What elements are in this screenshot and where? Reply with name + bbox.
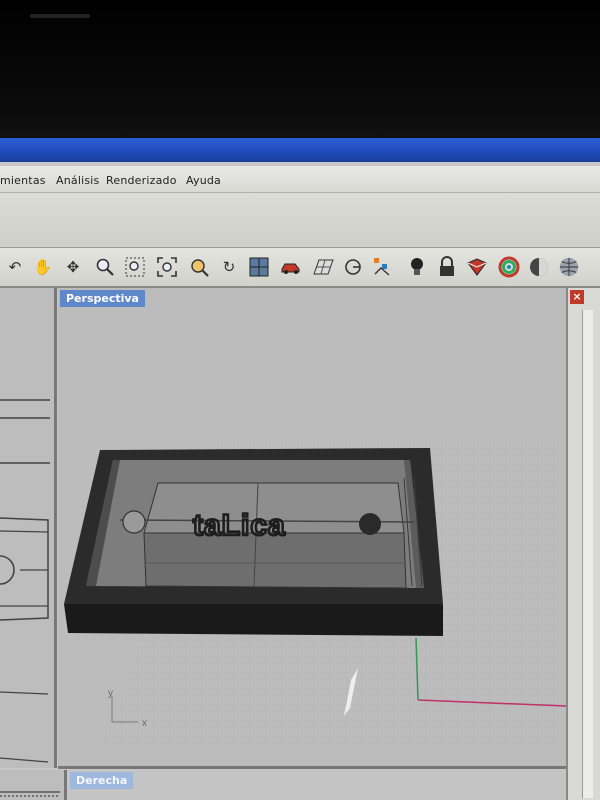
properties-panel: × [566,288,600,800]
bezel-glint [30,14,90,18]
zoom-selected-icon[interactable] [188,256,210,278]
zoom-extents-icon[interactable] [156,256,178,278]
cplane-icon[interactable] [342,256,364,278]
bottom-left-viewport[interactable] [0,770,67,800]
car-icon[interactable] [280,256,302,278]
lock-icon[interactable] [436,256,458,278]
window-titlebar [0,138,600,162]
render-icon[interactable] [466,256,488,278]
right-viewport[interactable]: Derecha [68,770,566,800]
light-bulb-icon[interactable] [406,256,428,278]
command-area[interactable] [0,193,600,248]
four-viewports-icon[interactable] [248,256,270,278]
x-axis-label: x [142,718,147,729]
panel-scrollbar[interactable] [582,310,593,798]
viewport-label-right[interactable]: Derecha [70,772,134,789]
zoom-icon[interactable] [94,256,116,278]
screen: mientas Análisis Renderizado Ayuda ↶ ✋ ✥… [0,138,600,800]
grid-plane-icon[interactable] [312,256,334,278]
color-wheel-icon[interactable] [498,256,520,278]
monitor-bezel [0,0,600,140]
menu-renderizado[interactable]: Renderizado [106,174,177,187]
menu-herramientas[interactable]: mientas [0,174,46,187]
pan-hand-icon[interactable]: ✋ [32,256,54,278]
menu-ayuda[interactable]: Ayuda [186,174,221,187]
shaded-sphere-icon[interactable] [528,256,550,278]
perspective-viewport[interactable]: taLica y x Perspectiva [58,288,566,769]
undo-arrow-icon[interactable]: ↶ [4,256,26,278]
menu-analisis[interactable]: Análisis [56,174,99,187]
top-viewport[interactable] [0,288,57,768]
rotate-camera-icon[interactable]: ↻ [218,256,240,278]
rendered-sphere-icon[interactable] [558,256,580,278]
y-axis-label: y [108,688,113,699]
menu-bar: mientas Análisis Renderizado Ayuda [0,166,600,193]
rotate-view-icon[interactable]: ✥ [62,256,84,278]
viewport-label-perspective[interactable]: Perspectiva [60,290,145,307]
engraved-logo-text: taLica [193,509,286,542]
panel-close-button[interactable]: × [570,290,584,304]
osnap-icon[interactable] [372,256,394,278]
zoom-window-icon[interactable] [124,256,146,278]
main-toolbar: ↶ ✋ ✥ ↻ [0,248,600,288]
